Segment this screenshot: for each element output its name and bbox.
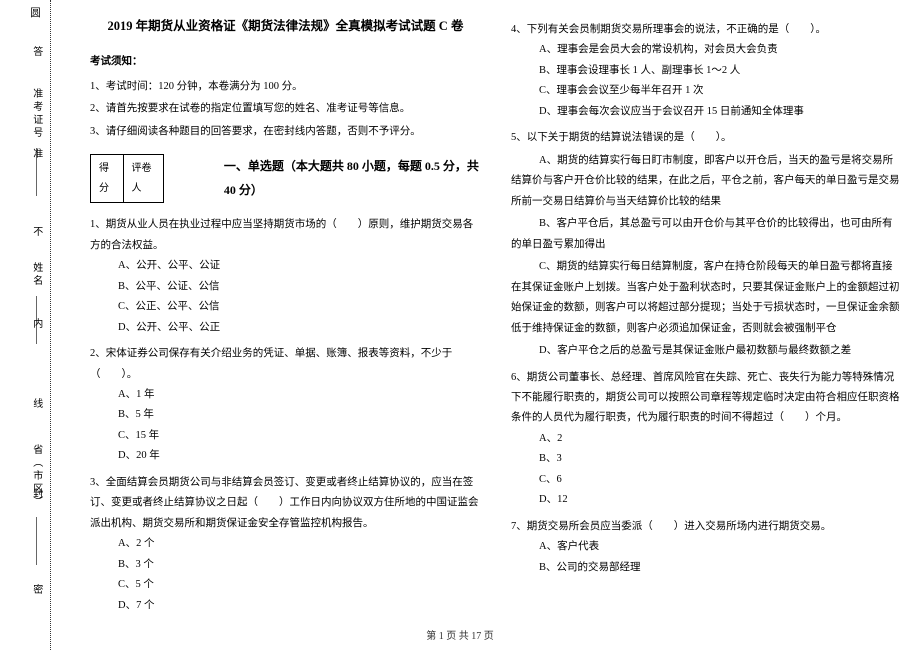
option: C、15 年 [118, 426, 481, 446]
option: C、期货的结算实行每日结算制度，客户在持仓阶段每天的单日盈亏都将直接在其保证金账… [511, 257, 902, 339]
option: C、公正、公平、公信 [118, 297, 481, 317]
option: D、20 年 [118, 446, 481, 466]
option: A、期货的结算实行每日盯市制度，即客户以开仓后，当天的盈亏是将交易所结算价与客户… [511, 151, 902, 212]
option: C、6 [539, 470, 902, 490]
option: D、客户平仓之后的总盈亏是其保证金账户最初数额与最终数额之差 [511, 341, 902, 361]
question-6: 6、期货公司董事长、总经理、首席风险官在失踪、死亡、丧失行为能力等特殊情况下不能… [511, 368, 902, 511]
binding-marker: 不 [26, 226, 46, 240]
option: B、3 个 [118, 555, 481, 575]
page-footer: 第 1 页 共 17 页 [0, 627, 920, 647]
notice-heading: 考试须知： [90, 52, 481, 72]
binding-marker: 封 [26, 488, 46, 502]
option: B、理事会设理事长 1 人、副理事长 1～2 人 [539, 61, 902, 81]
question-5: 5、以下关于期货的结算说法错误的是（ ）。 A、期货的结算实行每日盯市制度，即客… [511, 128, 902, 361]
binding-marker: 线 [26, 398, 46, 412]
question-stem: 5、以下关于期货的结算说法错误的是（ ）。 [511, 128, 902, 148]
score-label: 得分 [91, 155, 124, 202]
option: A、2 [539, 429, 902, 449]
option: A、理事会是会员大会的常设机构，对会员大会负责 [539, 40, 902, 60]
marker-label: 评卷人 [124, 155, 163, 202]
part1-heading: 一、单选题（本大题共 80 小题，每题 0.5 分，共 40 分） [224, 155, 481, 202]
question-4: 4、下列有关会员制期货交易所理事会的说法，不正确的是（ ）。 A、理事会是会员大… [511, 20, 902, 122]
exam-paper-page: 圆 答 准考证号 准 不 姓名 内 线 省（市区） 封 密 [0, 0, 920, 650]
field-zhunkao-label: 准考证号 [26, 88, 46, 140]
binding-marker: 内 [26, 318, 46, 332]
option: D、7 个 [118, 596, 481, 616]
binding-marker: 密 [26, 584, 46, 598]
option: B、公平、公证、公信 [118, 277, 481, 297]
question-7: 7、期货交易所会员应当委派（ ）进入交易所场内进行期货交易。 A、客户代表 B、… [511, 517, 902, 578]
question-stem: 6、期货公司董事长、总经理、首席风险官在失踪、死亡、丧失行为能力等特殊情况下不能… [511, 368, 902, 429]
field-sheng-line [36, 517, 37, 565]
column-left: 2019 年期货从业资格证《期货法律法规》全真模拟考试试题 C 卷 考试须知： … [90, 14, 481, 650]
option: D、公开、公平、公正 [118, 318, 481, 338]
binding-marker: 答 [26, 46, 46, 60]
option: B、3 [539, 449, 902, 469]
question-1: 1、期货从业人员在执业过程中应当坚持期货市场的（ ）原则，维护期货交易各方的合法… [90, 215, 481, 338]
option: A、公开、公平、公证 [118, 256, 481, 276]
option: B、5 年 [118, 405, 481, 425]
question-2: 2、宋体证券公司保存有关介绍业务的凭证、单据、账簿、报表等资料，不少于（ ）。 … [90, 344, 481, 467]
notice-item: 3、请仔细阅读各种题目的回答要求，在密封线内答题，否则不予评分。 [90, 122, 481, 142]
question-3: 3、全面结算会员期货公司与非结算会员签订、变更或者终止结算协议的，应当在签订、变… [90, 473, 481, 616]
option: A、2 个 [118, 534, 481, 554]
question-stem: 3、全面结算会员期货公司与非结算会员签订、变更或者终止结算协议的，应当在签订、变… [90, 473, 481, 534]
option: A、1 年 [118, 385, 481, 405]
notice-item: 2、请首先按要求在试卷的指定位置填写您的姓名、准考证号等信息。 [90, 99, 481, 119]
notice-item: 1、考试时间：120 分钟，本卷满分为 100 分。 [90, 77, 481, 97]
question-stem: 7、期货交易所会员应当委派（ ）进入交易所场内进行期货交易。 [511, 517, 902, 537]
option: B、公司的交易部经理 [539, 558, 902, 578]
question-stem: 4、下列有关会员制期货交易所理事会的说法，不正确的是（ ）。 [511, 20, 902, 40]
score-box: 得分 评卷人 [90, 154, 164, 203]
paper-title: 2019 年期货从业资格证《期货法律法规》全真模拟考试试题 C 卷 [90, 14, 481, 38]
column-right: 4、下列有关会员制期货交易所理事会的说法，不正确的是（ ）。 A、理事会是会员大… [511, 14, 902, 650]
content-area: 2019 年期货从业资格证《期货法律法规》全真模拟考试试题 C 卷 考试须知： … [72, 0, 920, 650]
option: B、客户平仓后，其总盈亏可以由开仓价与其平仓价的比较得出，也可由所有的单日盈亏累… [511, 214, 902, 255]
binding-edge: 圆 答 准考证号 准 不 姓名 内 线 省（市区） 封 密 [0, 0, 72, 650]
option: D、理事会每次会议应当于会议召开 15 日前通知全体理事 [539, 102, 902, 122]
option: D、12 [539, 490, 902, 510]
question-stem: 2、宋体证券公司保存有关介绍业务的凭证、单据、账簿、报表等资料，不少于（ ）。 [90, 344, 481, 385]
binding-marker: 准 [26, 148, 46, 162]
question-stem: 1、期货从业人员在执业过程中应当坚持期货市场的（ ）原则，维护期货交易各方的合法… [90, 215, 481, 256]
option: C、理事会会议至少每半年召开 1 次 [539, 81, 902, 101]
field-xingming-label: 姓名 [26, 262, 46, 288]
option: A、客户代表 [539, 537, 902, 557]
option: C、5 个 [118, 575, 481, 595]
